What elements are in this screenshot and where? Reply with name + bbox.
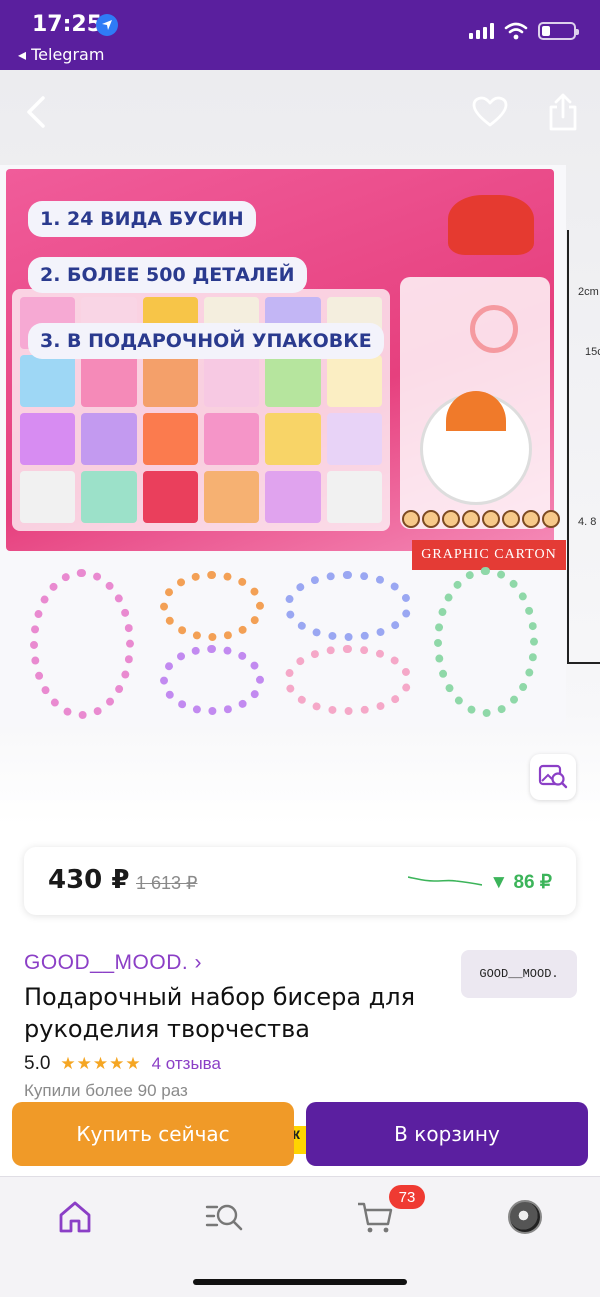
image-tag-3: 3. В ПОДАРОЧНОЙ УПАКОВКЕ	[28, 323, 384, 359]
back-arrow-icon[interactable]	[16, 92, 56, 132]
price-card[interactable]: 430 ₽ 1 613 ₽ ▼ 86 ₽	[24, 847, 576, 915]
home-indicator	[193, 1279, 407, 1285]
price-trend-sparkline	[408, 876, 482, 886]
image-tag-1: 1. 24 ВИДА БУСИН	[28, 201, 256, 237]
status-time: 17:25	[32, 12, 103, 37]
avatar	[508, 1200, 542, 1234]
visual-search-icon[interactable]	[530, 754, 576, 800]
kids-faces-image	[402, 510, 560, 528]
status-indicators	[469, 22, 579, 40]
catalog-search-icon[interactable]	[203, 1195, 247, 1239]
rating-value: 5.0	[24, 1053, 51, 1074]
back-to-telegram-link[interactable]: ◂ Telegram	[18, 45, 104, 64]
product-gallery[interactable]: 1. 24 ВИДА БУСИН 2. БОЛЕЕ 500 ДЕТАЛЕЙ 3.…	[0, 70, 600, 825]
tab-bar: 73	[0, 1176, 600, 1297]
status-bar: 17:25 ◂ Telegram	[0, 0, 600, 70]
home-icon[interactable]	[53, 1195, 97, 1239]
wifi-icon	[504, 22, 528, 40]
dimension-line	[567, 230, 569, 662]
cart-count-badge: 73	[389, 1185, 425, 1209]
ribbon-bow-image	[448, 195, 534, 255]
rating-stars: ★★★★★	[60, 1054, 142, 1073]
add-to-cart-button[interactable]: В корзину	[306, 1102, 588, 1166]
cellular-signal-icon	[469, 23, 494, 39]
price-drop: ▼ 86 ₽	[489, 872, 552, 893]
profile-avatar[interactable]	[503, 1195, 547, 1239]
current-price: 430 ₽	[48, 865, 130, 895]
seller-link[interactable]: GOOD__MOOD. ›	[24, 951, 202, 975]
dimension-label: 4. 8	[578, 516, 597, 528]
location-arrow-icon	[96, 14, 118, 36]
reviews-link[interactable]: 4 отзыва	[152, 1054, 221, 1074]
scissors-image	[470, 305, 518, 353]
necklaces-image	[0, 561, 566, 727]
dimension-label: 2cm	[578, 286, 599, 298]
buy-now-button[interactable]: Купить сейчас	[12, 1102, 294, 1166]
old-price: 1 613 ₽	[136, 873, 198, 893]
heart-icon[interactable]	[470, 92, 510, 132]
dimension-line-bottom	[567, 662, 600, 664]
product-image[interactable]: 1. 24 ВИДА БУСИН 2. БОЛЕЕ 500 ДЕТАЛЕЙ 3.…	[0, 165, 566, 727]
image-tag-2: 2. БОЛЕЕ 500 ДЕТАЛЕЙ	[28, 257, 307, 293]
share-icon[interactable]	[543, 92, 583, 132]
battery-icon	[538, 22, 579, 40]
action-bar: к Купить сейчас В корзину	[0, 1098, 600, 1176]
rating-row[interactable]: 5.0 ★★★★★ 4 отзыва	[24, 1053, 221, 1075]
product-title: Подарочный набор бисера для рукоделия тв…	[24, 983, 416, 1043]
seller-logo[interactable]: GOOD__MOOD.	[461, 950, 577, 998]
dimension-label: 15c	[585, 346, 600, 358]
